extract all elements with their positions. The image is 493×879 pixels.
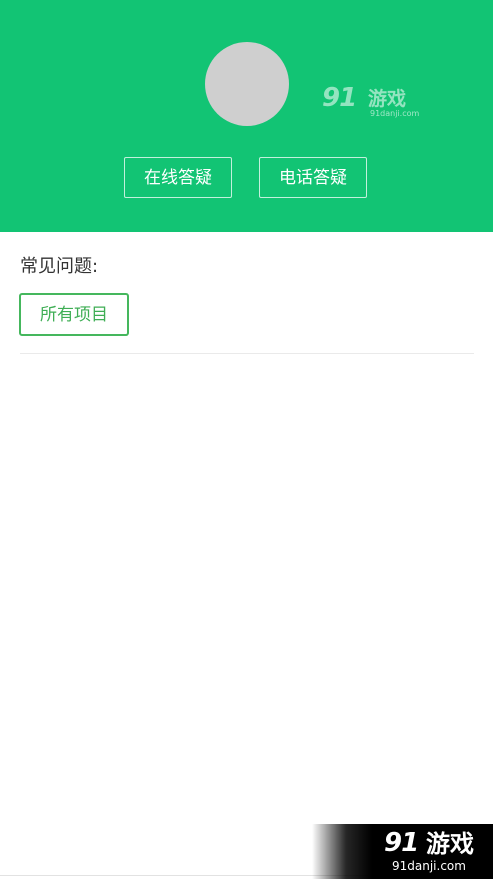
faq-title: 常见问题: [20, 256, 99, 277]
corner-watermark-logo: 91 [384, 828, 419, 858]
corner-watermark-url: 91danji.com [392, 859, 466, 873]
header-watermark: 91 游戏 91danji.com [322, 84, 422, 124]
divider [20, 353, 474, 354]
watermark-url: 91danji.com [370, 109, 420, 118]
online-qa-button[interactable]: 在线答疑 [124, 157, 232, 198]
corner-watermark-name: 游戏 [426, 830, 474, 858]
watermark-name: 游戏 [368, 88, 407, 110]
phone-qa-button[interactable]: 电话答疑 [259, 157, 367, 198]
header-banner: 91 游戏 91danji.com 在线答疑 电话答疑 [0, 0, 493, 232]
corner-watermark: 91 游戏 91danji.com [312, 824, 493, 879]
avatar[interactable] [205, 42, 289, 126]
watermark-logo: 91 [322, 83, 357, 113]
all-projects-button[interactable]: 所有项目 [19, 293, 129, 336]
